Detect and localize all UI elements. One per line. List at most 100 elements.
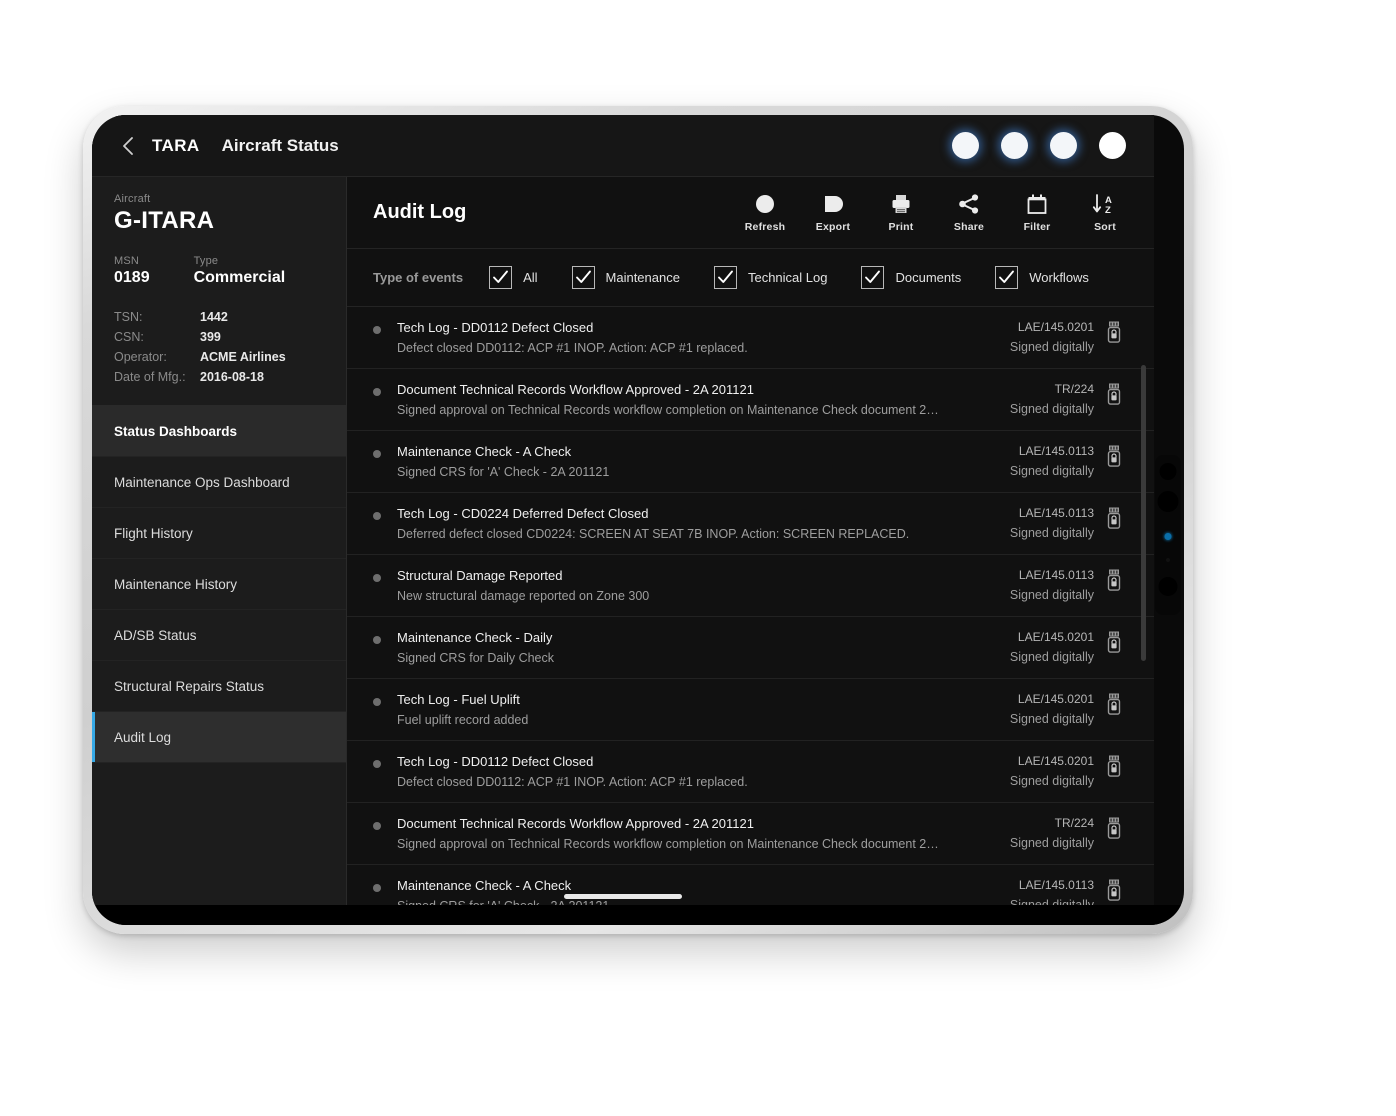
audit-log-signature-status: Signed digitally [1009, 712, 1094, 726]
export-button[interactable]: Export [810, 192, 856, 233]
audit-log-row[interactable]: Tech Log - Fuel Uplift Fuel uplift record… [347, 679, 1154, 741]
checkbox-label: Workflows [1029, 270, 1089, 285]
audit-log-row[interactable]: Tech Log - DD0112 Defect Closed Defect cl… [347, 741, 1154, 803]
audit-log-row[interactable]: Document Technical Records Workflow Appr… [347, 369, 1154, 431]
filter-button[interactable]: Filter [1014, 192, 1060, 233]
audit-log-row[interactable]: Maintenance Check - Daily Signed CRS for … [347, 617, 1154, 679]
audit-log-row[interactable]: Tech Log - CD0224 Deferred Defect Closed… [347, 493, 1154, 555]
audit-log-reference: TR/224 [1054, 816, 1094, 830]
sidebar-item-maintenance-ops-dashboard[interactable]: Maintenance Ops Dashboard [92, 457, 346, 508]
topbar-status-icons [952, 132, 1126, 159]
sidebar-item-label: Maintenance History [114, 576, 238, 592]
sidebar-item-label: Flight History [114, 525, 193, 541]
audit-log-title: Tech Log - DD0112 Defect Closed [397, 320, 594, 335]
tablet-device-frame: TARA Aircraft Status Aircraft G-ITARA MS… [83, 106, 1193, 934]
sort-az-icon: AZ [1092, 192, 1118, 216]
audit-log-text: Document Technical Records Workflow Appr… [397, 382, 944, 417]
spec-value: 1442 [200, 310, 228, 324]
chevron-left-icon[interactable] [116, 135, 138, 157]
audit-log-meta: LAE/145.0113 Signed digitally [956, 444, 1094, 478]
checkbox-documents[interactable]: Documents [861, 266, 961, 289]
digital-seal-lock-icon[interactable] [1106, 878, 1128, 905]
audit-log-description: Signed approval on Technical Records wor… [397, 837, 939, 851]
sidebar-nav: Status Dashboards Maintenance Ops Dashboa… [92, 406, 346, 763]
audit-log-row[interactable]: Document Technical Records Workflow Appr… [347, 803, 1154, 865]
digital-seal-lock-icon[interactable] [1106, 568, 1128, 596]
digital-seal-lock-icon[interactable] [1106, 692, 1128, 720]
camera-lens-2 [1157, 491, 1179, 512]
audit-log-row[interactable]: Maintenance Check - A CheckSigned CRS fo… [347, 431, 1154, 493]
filter-calendar-icon [1026, 192, 1048, 216]
bullet-dot-icon [373, 760, 381, 768]
audit-log-text: Maintenance Check - Daily Signed CRS for … [397, 630, 944, 665]
toolbar-button-label: Share [953, 221, 985, 233]
sidebar-item-status-dashboards[interactable]: Status Dashboards [92, 406, 346, 457]
checkbox-maintenance[interactable]: Maintenance [571, 266, 680, 289]
audit-log-text: Tech Log - DD0112 Defect Closed Defect cl… [397, 754, 944, 789]
circle-icon-4[interactable] [1099, 132, 1126, 159]
digital-seal-lock-icon[interactable] [1106, 506, 1128, 534]
audit-log-signature-status: Signed digitally [1009, 836, 1094, 850]
checkbox-all[interactable]: All [489, 266, 538, 289]
type-col: Type Commercial [194, 255, 286, 287]
aircraft-spec-table: TSN: 1442 CSN: 399 Operator: ACME Airlines Dat… [92, 291, 346, 406]
audit-log-reference: LAE/145.0201 [1017, 320, 1094, 334]
svg-text:Z: Z [1105, 205, 1111, 215]
circle-icon-3[interactable] [1050, 132, 1077, 159]
refresh-button[interactable]: Refresh [742, 192, 788, 233]
sidebar-item-audit-log[interactable]: Audit Log [92, 712, 346, 763]
audit-log-text: Structural Damage Reported New structural… [397, 568, 944, 603]
camera-lens-1 [1159, 463, 1177, 480]
audit-log-reference: LAE/145.0113 [1018, 444, 1094, 458]
audit-log-signature-status: Signed digitally [1009, 340, 1094, 354]
sort-button[interactable]: A Z Sort [1082, 192, 1128, 233]
sidebar-item-structural-repairs-status[interactable]: Structural Repairs Status [92, 661, 346, 712]
app-topbar: TARA Aircraft Status [92, 115, 1154, 177]
digital-seal-lock-icon[interactable] [1106, 444, 1128, 472]
sidebar-item-maintenance-history[interactable]: Maintenance History [92, 559, 346, 610]
bullet-dot-icon [373, 822, 381, 830]
audit-log-reference: LAE/145.0113 [1018, 878, 1094, 892]
sidebar-item-ad-sb-status[interactable]: AD/SB Status [92, 610, 346, 661]
digital-seal-lock-icon[interactable] [1106, 754, 1128, 782]
spec-key: CSN: [114, 330, 144, 344]
sidebar-item-label: Audit Log [114, 729, 172, 745]
circle-icon-2[interactable] [1001, 132, 1028, 159]
circle-icon-1[interactable] [952, 132, 979, 159]
checkbox-workflows[interactable]: Workflows [995, 266, 1089, 289]
app-body: Aircraft G-ITARA MSN 0189 Type Commercia… [92, 177, 1154, 905]
spec-value: 2016-08-18 [200, 370, 264, 384]
digital-seal-lock-icon[interactable] [1106, 320, 1128, 348]
checkbox-label: Documents [895, 270, 962, 285]
audit-log-title: Maintenance Check - Daily [397, 630, 553, 645]
digital-seal-lock-icon[interactable] [1106, 382, 1128, 410]
sidebar-item-flight-history[interactable]: Flight History [92, 508, 346, 559]
audit-log-meta: TR/224 Signed digitally [956, 382, 1094, 416]
share-button[interactable]: Share [946, 192, 992, 233]
bullet-dot-icon [373, 636, 381, 644]
audit-log-list[interactable]: Tech Log - DD0112 Defect Closed Defect cl… [347, 307, 1154, 905]
vertical-scrollbar[interactable] [1141, 365, 1146, 661]
spec-row: CSN: 399 [114, 327, 324, 347]
checkbox-technical-log[interactable]: Technical Log [713, 266, 827, 289]
aircraft-registration: G-ITARA [114, 207, 215, 234]
bullet-dot-icon [373, 574, 381, 582]
bullet-dot-icon [373, 388, 381, 396]
audit-log-row[interactable]: Structural Damage Reported New structural… [347, 555, 1154, 617]
audit-log-row[interactable]: Maintenance Check - A CheckSigned CRS fo… [347, 865, 1154, 905]
audit-log-title: Structural Damage Reported [397, 568, 563, 583]
share-icon [958, 192, 980, 216]
audit-log-row[interactable]: Tech Log - DD0112 Defect Closed Defect cl… [347, 307, 1154, 369]
print-button[interactable]: Print [878, 192, 924, 233]
audit-log-text: Maintenance Check - A Check Signed CRS fo… [397, 444, 944, 479]
page-title: Audit Log [373, 201, 467, 223]
digital-seal-lock-icon[interactable] [1106, 816, 1128, 844]
audit-log-signature-status: Signed digitally [1009, 464, 1094, 478]
digital-seal-lock-icon[interactable] [1106, 630, 1128, 658]
audit-log-signature-status: Signed digitally [1009, 588, 1094, 602]
audit-log-meta: LAE/145.0113 Signed digitally [956, 568, 1094, 602]
toolbar-button-label: Export [815, 221, 851, 233]
checkmark-icon [713, 266, 737, 289]
type-value: Commercial [193, 269, 286, 286]
bullet-dot-icon [373, 326, 381, 334]
